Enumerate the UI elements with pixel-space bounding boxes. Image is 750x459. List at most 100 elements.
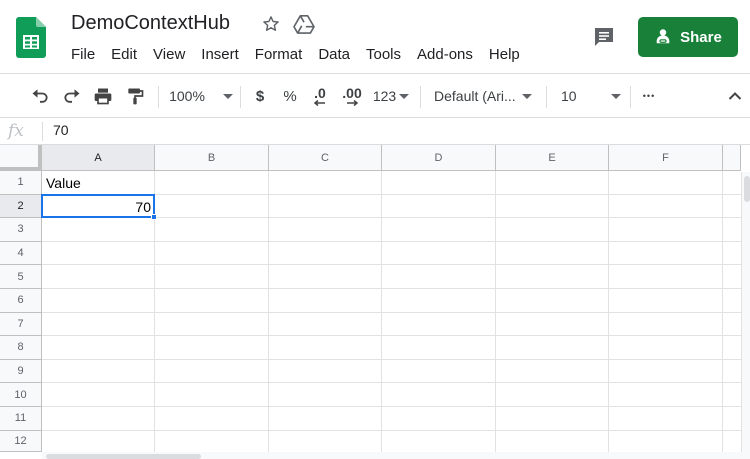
menu-format[interactable]: Format [247,44,311,65]
row-header-6[interactable]: 6 [0,289,42,313]
more-formats-label: 123 [372,88,397,104]
chevron-down-icon [222,93,233,99]
title-bar: DemoContextHub File Edit View Insert For… [0,0,750,74]
drive-icon[interactable] [293,14,315,34]
column-header-d[interactable]: D [382,145,496,171]
paint-format-icon [128,88,144,105]
menu-add-ons[interactable]: Add-ons [409,44,481,65]
grid-column-line [268,171,269,452]
grid-column-line [381,171,382,452]
zoom-select[interactable]: 100% [167,74,235,118]
sheets-logo-icon[interactable] [16,17,46,58]
grid-row-line [42,240,741,242]
row-header-9[interactable]: 9 [0,359,42,384]
grid-row-line [42,406,741,407]
document-title[interactable]: DemoContextHub [71,12,230,35]
grid-column-line [495,171,496,452]
increase-decimals-button[interactable]: .00 [338,74,366,118]
toolbar-separator [240,86,241,108]
zoom-value: 100% [169,88,205,104]
comment-icon[interactable] [592,25,616,49]
print-icon [94,88,112,105]
grid-row-line [42,358,741,360]
chevron-down-icon [399,93,410,99]
menu-help[interactable]: Help [481,44,528,65]
vertical-scrollbar[interactable] [741,172,750,459]
print-button[interactable] [91,74,115,118]
chevron-up-icon [728,92,742,100]
undo-icon [32,89,48,103]
row-header-8[interactable]: 8 [0,336,42,360]
collapse-toolbar-button[interactable] [724,74,746,118]
column-header-c[interactable]: C [269,145,382,171]
column-header-b[interactable]: B [155,145,269,171]
font-value: Default (Ari... [434,88,516,104]
selected-cell-outline [41,193,155,219]
horizontal-scrollbar[interactable] [42,452,742,459]
horizontal-scroll-thumb[interactable] [46,454,201,459]
menu-file[interactable]: File [63,44,103,65]
menu-view[interactable]: View [145,44,193,65]
font-select[interactable]: Default (Ari... [434,74,538,118]
more-formats-button[interactable]: 123 [372,74,410,118]
grid-row-line [42,382,741,384]
share-label: Share [680,28,722,46]
row-header-2[interactable]: 2 [0,194,42,219]
menu-insert[interactable]: Insert [193,44,247,65]
toolbar-separator [546,86,547,108]
row-header-10[interactable]: 10 [0,383,42,407]
toolbar-separator [630,86,631,108]
row-header-12[interactable]: 12 [0,430,42,452]
star-icon[interactable] [261,14,281,34]
row-header-3[interactable]: 3 [0,218,42,242]
menu-bar: File Edit View Insert Format Data Tools … [63,44,528,65]
menu-edit[interactable]: Edit [103,44,145,65]
spreadsheet-grid[interactable]: A B C D E F 1 2 3 4 5 6 7 8 9 10 11 12 Value 70 [0,145,750,459]
formula-bar: fx 70 [0,118,750,145]
redo-button[interactable] [60,74,84,118]
grid-row-line [42,335,741,337]
toolbar-separator [420,86,421,108]
percent-button[interactable]: % [280,74,300,118]
fx-label: fx [8,121,24,141]
paint-format-button[interactable] [123,74,147,118]
column-header-overflow [723,145,741,171]
chevron-down-icon [611,93,621,99]
toolbar-separator [158,86,159,108]
share-person-icon [656,29,670,44]
select-all-corner[interactable] [0,145,42,171]
share-button[interactable]: Share [638,17,738,57]
currency-button[interactable]: $ [250,74,270,118]
toolbar: 100% $ % .0 .00 123 Default (Ari... 10 •… [0,74,750,118]
arrow-left-icon [313,100,325,106]
row-header-11[interactable]: 11 [0,407,42,431]
decrease-decimals-label: .0 [314,85,326,101]
column-header-a[interactable]: A [42,145,155,171]
formula-separator [42,122,43,141]
formula-input[interactable]: 70 [53,122,69,138]
row-header-4[interactable]: 4 [0,241,42,266]
more-button[interactable]: ••• [638,74,660,118]
font-size-select[interactable]: 10 [561,74,621,118]
arrow-right-icon [347,100,359,106]
column-header-f[interactable]: F [609,145,723,171]
decrease-decimals-button[interactable]: .0 [308,74,332,118]
menu-tools[interactable]: Tools [358,44,409,65]
grid-row-line [42,288,741,289]
grid-row-line [42,429,741,431]
increase-decimals-label: .00 [342,85,362,101]
row-header-5[interactable]: 5 [0,265,42,289]
fill-handle[interactable] [151,214,157,221]
grid-row-line [42,311,741,313]
undo-button[interactable] [28,74,52,118]
menu-data[interactable]: Data [310,44,358,65]
row-header-1[interactable]: 1 [0,171,42,195]
grid-row-line [42,264,741,266]
vertical-scroll-thumb[interactable] [744,176,750,202]
grid-column-line [608,171,609,452]
column-header-e[interactable]: E [496,145,609,171]
grid-column-line [722,171,723,452]
chevron-down-icon [522,93,532,99]
cell-a1[interactable]: Value [46,175,81,191]
row-header-7[interactable]: 7 [0,312,42,337]
